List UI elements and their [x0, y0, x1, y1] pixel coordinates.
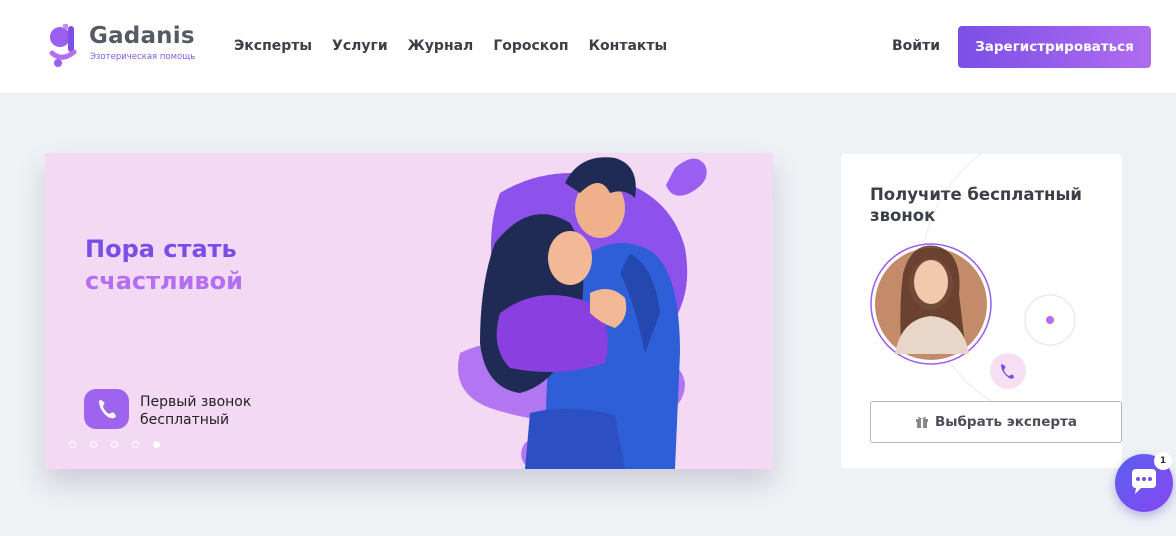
logo[interactable]: Gadanis Эзотерическая помощь [44, 22, 196, 70]
logo-name: Gadanis [89, 23, 195, 49]
couple-illustration [458, 157, 707, 469]
carousel-dot[interactable] [69, 441, 76, 448]
nav-item-experts[interactable]: Эксперты [234, 38, 312, 54]
gift-icon [915, 416, 928, 428]
choose-expert-button[interactable]: Выбрать эксперта [870, 401, 1122, 443]
carousel-dot[interactable] [111, 441, 118, 448]
login-link[interactable]: Войти [892, 38, 940, 54]
carousel-dot[interactable] [132, 441, 139, 448]
nav-item-horoscope[interactable]: Гороскоп [493, 38, 568, 54]
nav-item-services[interactable]: Услуги [332, 38, 388, 54]
chat-unread-badge: 1 [1154, 452, 1172, 470]
free-call-card: Получите бесплатный звонок Выбрать экспе… [841, 154, 1122, 468]
hero-call-button[interactable] [84, 389, 129, 429]
carousel-dot[interactable] [90, 441, 97, 448]
nav-item-journal[interactable]: Журнал [408, 38, 474, 54]
hero-banner[interactable]: Пора стать счастливой Первый звонок бесп… [45, 153, 773, 469]
logo-icon [49, 24, 77, 67]
hero-title-line2: счастливой [85, 267, 243, 295]
site-header: Gadanis Эзотерическая помощь Эксперты Ус… [0, 0, 1176, 93]
choose-expert-label: Выбрать эксперта [934, 414, 1077, 430]
nav-item-contacts[interactable]: Контакты [589, 38, 668, 54]
hero-title-line1: Пора стать [85, 235, 237, 263]
logo-tagline: Эзотерическая помощь [90, 52, 196, 62]
phone-icon [99, 400, 116, 419]
register-button[interactable]: Зарегистрироваться [958, 26, 1151, 68]
hero-call-text: Первый звонок бесплатный [140, 393, 280, 429]
main-nav: Эксперты Услуги Журнал Гороскоп Контакты [234, 38, 687, 54]
hero-call-line1: Первый звонок [140, 394, 252, 410]
carousel-dots [69, 441, 160, 448]
card-title: Получите бесплатный звонок [870, 185, 1082, 225]
hero-call-line2: бесплатный [140, 412, 230, 428]
carousel-dot-active[interactable] [153, 441, 160, 448]
